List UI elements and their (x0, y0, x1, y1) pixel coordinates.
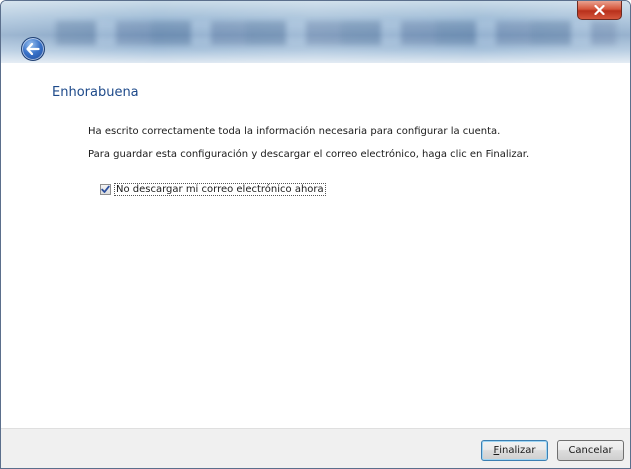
cancel-button[interactable]: Cancelar (557, 440, 624, 461)
finish-label: inalizar (499, 445, 536, 456)
no-download-option[interactable]: No descargar mi correo electrónico ahora (100, 183, 326, 196)
back-button[interactable] (21, 37, 45, 61)
close-button[interactable] (577, 1, 622, 20)
title-bar (1, 1, 630, 63)
title-bar-glass (56, 21, 616, 45)
no-download-checkbox-label[interactable]: No descargar mi correo electrónico ahora (114, 183, 326, 196)
page-title: Enhorabuena (52, 85, 139, 100)
checkmark-icon (101, 185, 110, 193)
button-bar: Finalizar Cancelar (1, 428, 630, 468)
close-icon (594, 5, 605, 15)
dialog-window: Enhorabuena Ha escrito correctamente tod… (0, 0, 631, 469)
finish-button[interactable]: Finalizar (481, 440, 548, 461)
no-download-checkbox[interactable] (100, 184, 111, 195)
instructions-message: Para guardar esta configuración y descar… (88, 149, 530, 160)
wizard-content: Enhorabuena Ha escrito correctamente tod… (1, 63, 630, 428)
back-arrow-icon (26, 43, 40, 55)
success-message: Ha escrito correctamente toda la informa… (88, 126, 501, 137)
